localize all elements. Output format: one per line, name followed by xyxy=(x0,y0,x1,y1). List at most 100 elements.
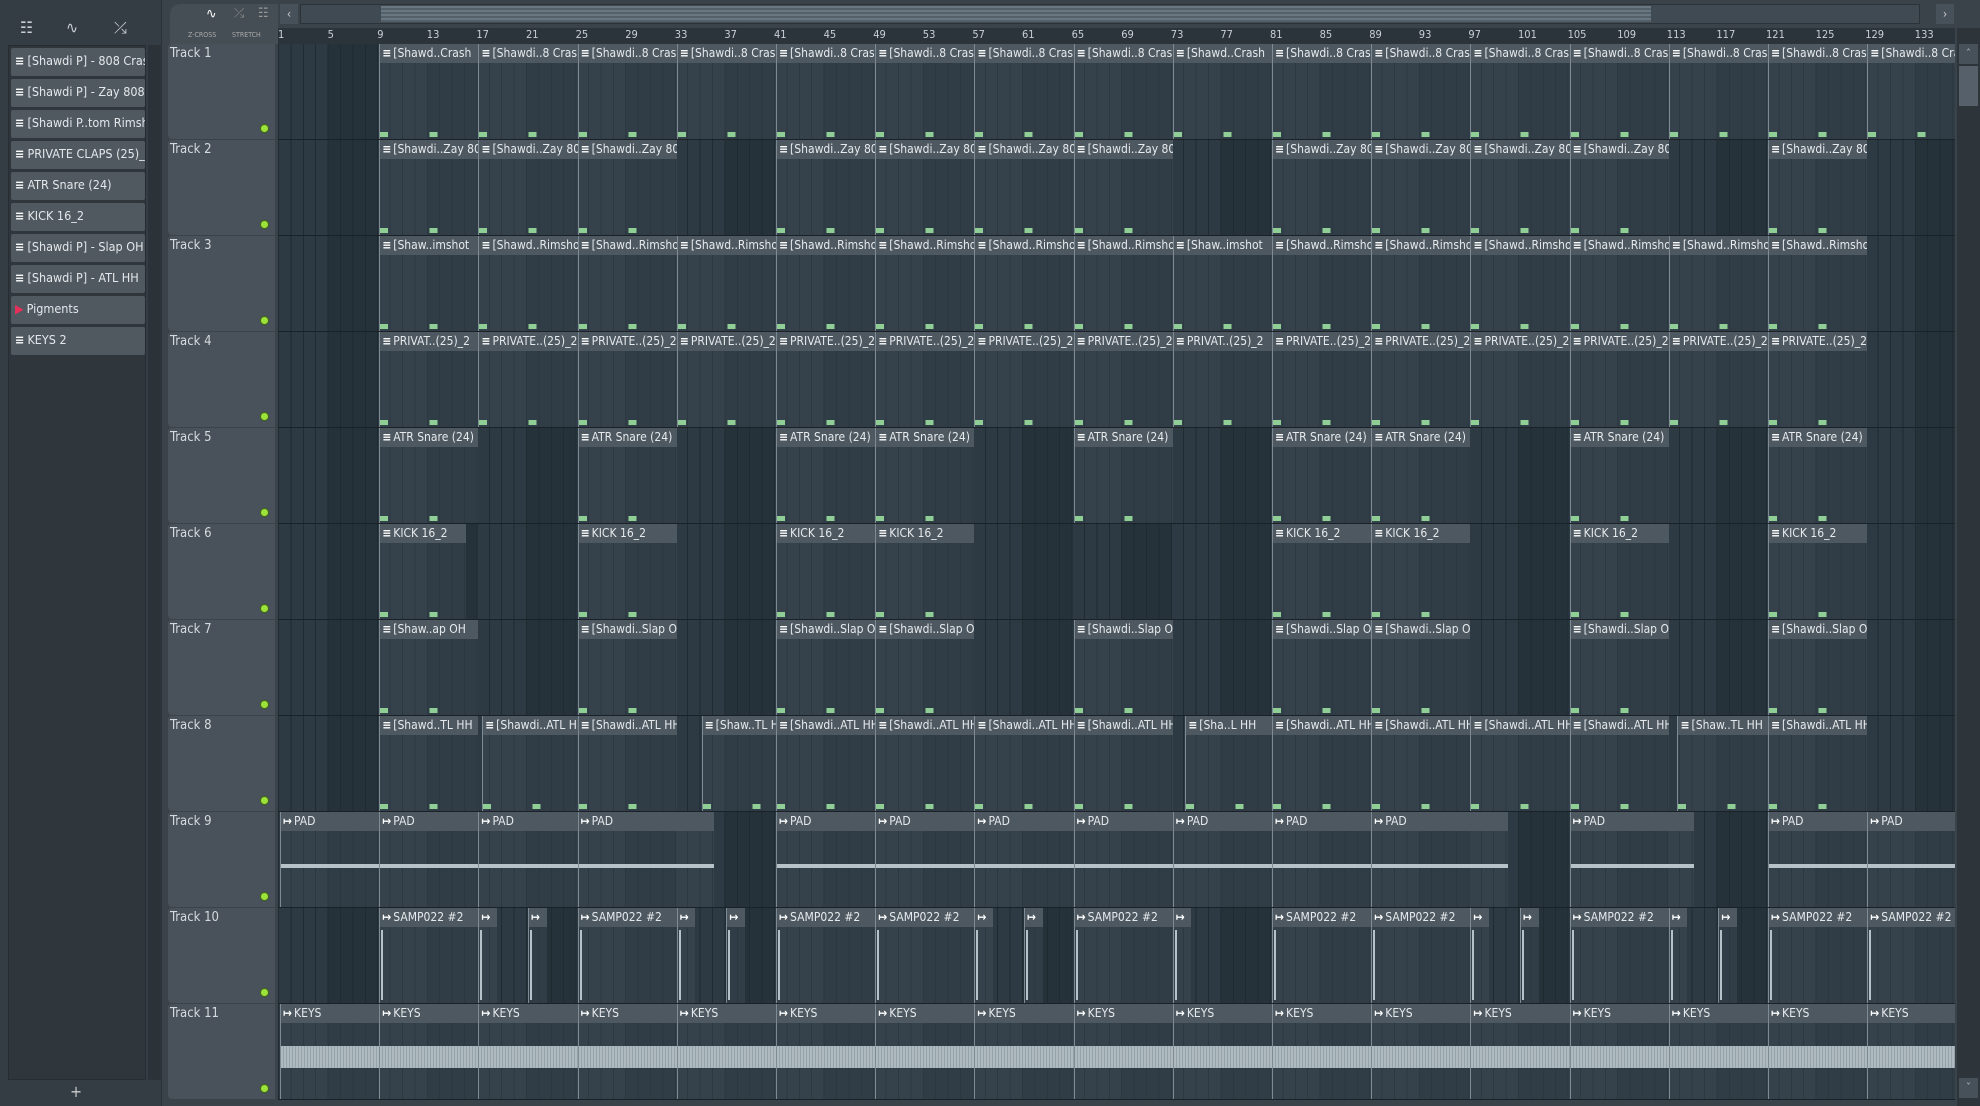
pattern-mode-icon[interactable]: ☷ xyxy=(258,6,269,21)
pattern-clip[interactable]: ≡ [Shawdi..Zay 808 xyxy=(875,140,975,235)
pattern-clip[interactable]: ≡ PRIVATE..(25)_2 xyxy=(1569,332,1669,427)
scroll-right-button[interactable]: › xyxy=(1936,4,1954,24)
pattern-clip[interactable]: ≡ PRIVATE..(25)_2 xyxy=(676,332,776,427)
audio-clip[interactable]: ↦ KEYS xyxy=(974,1004,1074,1099)
pattern-clip[interactable]: ≡[Shawdi..8 Crash xyxy=(1371,44,1471,139)
audio-clip[interactable]: ↦ xyxy=(1024,908,1043,1003)
pattern-clip[interactable]: ≡ [Shawdi..ATL HH xyxy=(875,716,975,811)
pattern-clip[interactable]: ≡ [Shawdi..Zay 808 xyxy=(776,140,876,235)
scroll-left-button[interactable]: ‹ xyxy=(280,4,298,24)
audio-clip[interactable]: ↦ SAMP022 #2 xyxy=(379,908,479,1003)
pattern-clip[interactable]: ≡ [Sha..L HH xyxy=(1185,716,1272,811)
audio-clip[interactable]: ↦ PAD xyxy=(974,812,1074,907)
pattern-clip[interactable]: ≡ [Shawdi..ATL HH xyxy=(1470,716,1570,811)
pattern-clip[interactable]: ≡ PRIVATE..(25)_2 xyxy=(1371,332,1471,427)
audio-clip[interactable]: ↦ xyxy=(528,908,547,1003)
scroll-up-button[interactable]: ˆ xyxy=(1959,44,1978,64)
audio-clip[interactable]: ↦ PAD xyxy=(1867,812,1955,907)
pattern-clip[interactable]: ≡ [Shaw..imshot xyxy=(379,236,479,331)
pattern-clip[interactable]: ≡ PRIVATE..(25)_2 xyxy=(478,332,578,427)
track-mute-led[interactable] xyxy=(260,700,269,709)
audio-clip[interactable]: ↦ KEYS xyxy=(379,1004,479,1099)
pattern-clip[interactable]: ≡[Shawdi..8 Crash xyxy=(1668,44,1768,139)
track-mute-led[interactable] xyxy=(260,220,269,229)
pattern-clip[interactable]: ≡ PRIVATE..(25)_2 xyxy=(577,332,677,427)
pattern-clip[interactable]: ≡ [Shawdi..Slap OH xyxy=(1272,620,1372,715)
pattern-clip[interactable]: ≡ [Shawdi..ATL HH xyxy=(1073,716,1173,811)
audio-clip[interactable]: ↦ PAD xyxy=(577,812,714,907)
audio-clip[interactable]: ↦ KEYS xyxy=(776,1004,876,1099)
track-mute-led[interactable] xyxy=(260,412,269,421)
pattern-clip[interactable]: ≡ [Shawd..Crash xyxy=(379,44,479,139)
pattern-clip[interactable]: ≡ PRIVATE..(25)_2 xyxy=(1073,332,1173,427)
pattern-clip[interactable]: ≡ [Shawdi..Zay 808 xyxy=(1073,140,1173,235)
pattern-clip[interactable]: ≡[Shawdi..8 Crash xyxy=(478,44,578,139)
audio-clip[interactable]: ↦ SAMP022 #2 xyxy=(1867,908,1955,1003)
pattern-clip[interactable]: ≡ ATR Snare (24) xyxy=(577,428,677,523)
audio-clip[interactable]: ↦ KEYS xyxy=(280,1004,380,1099)
pattern-clip[interactable]: ≡ [Shawd..Rimshot xyxy=(1768,236,1868,331)
pattern-clip[interactable]: ≡ [Shawd..Rimshot xyxy=(875,236,975,331)
pattern-clip[interactable]: ≡ KICK 16_2 xyxy=(776,524,876,619)
pattern-clip[interactable]: ≡ [Shawdi..Slap OH xyxy=(577,620,677,715)
audio-clip[interactable]: ↦ xyxy=(1172,908,1192,1003)
pattern-clip[interactable]: ≡ KICK 16_2 xyxy=(875,524,975,619)
pattern-clip[interactable]: ≡ [Shawd..Rimshot xyxy=(1073,236,1173,331)
pattern-clip[interactable]: ≡ [Shawd..Rimshot xyxy=(1569,236,1669,331)
track-mute-led[interactable] xyxy=(260,316,269,325)
pattern-clip[interactable]: ≡ [Shawdi..Zay 808 xyxy=(379,140,479,235)
pattern-clip[interactable]: ≡ [Shawdi..ATL HH xyxy=(1272,716,1372,811)
pattern-clip[interactable]: ≡ [Shawdi..Zay 808 xyxy=(974,140,1074,235)
track-mute-led[interactable] xyxy=(260,988,269,997)
pattern-clip[interactable]: ≡[Shawdi..8 Crash xyxy=(1768,44,1868,139)
audio-clip[interactable]: ↦ KEYS xyxy=(1272,1004,1372,1099)
track-header[interactable]: Track 5 xyxy=(168,428,275,523)
pattern-clip[interactable]: ≡ [Shawdi..Zay 808 xyxy=(1768,140,1868,235)
pattern-clip[interactable]: ≡ [Shawd..Rimshot xyxy=(776,236,876,331)
audio-clip[interactable]: ↦ xyxy=(1668,908,1688,1003)
song-overview-scrollbar[interactable] xyxy=(300,4,1920,24)
pattern-clip[interactable]: ≡ [Shawdi..Slap OH xyxy=(875,620,975,715)
audio-clip[interactable]: ↦ PAD xyxy=(875,812,975,907)
pattern-clip[interactable]: ≡[Shawdi..8 Crash xyxy=(974,44,1074,139)
pattern-clip[interactable]: ≡ [Shawd..Rimshot xyxy=(974,236,1074,331)
audio-clip[interactable]: ↦ PAD xyxy=(379,812,479,907)
channel-2[interactable]: ≡[Shawdi P..tom Rimshot xyxy=(11,110,145,138)
track-mute-led[interactable] xyxy=(260,796,269,805)
pattern-clip[interactable]: ≡[Shawdi..8 Crash xyxy=(676,44,776,139)
channel-9[interactable]: ≡ KEYS 2 xyxy=(11,327,145,355)
pattern-clip[interactable]: ≡ KICK 16_2 xyxy=(379,524,466,619)
pattern-clip[interactable]: ≡ PRIVATE..(25)_2 xyxy=(875,332,975,427)
pattern-clip[interactable]: ≡ ATR Snare (24) xyxy=(875,428,975,523)
audio-clip[interactable]: ↦ SAMP022 #2 xyxy=(1371,908,1471,1003)
stretch-toggle[interactable]: STRETCH xyxy=(232,31,261,39)
pattern-clip[interactable]: ≡[Shawdi..8 Crash xyxy=(1272,44,1372,139)
audio-clip[interactable]: ↦ PAD xyxy=(776,812,876,907)
pattern-clip[interactable]: ≡ [Shawdi..Zay 808 xyxy=(1272,140,1372,235)
pattern-clip[interactable]: ≡[Shaw..TL HH xyxy=(701,716,776,811)
track-mute-led[interactable] xyxy=(260,508,269,517)
pattern-clip[interactable]: ≡[Shawdi..8 Crash xyxy=(1867,44,1955,139)
track-header[interactable]: Track 10 xyxy=(168,908,275,1003)
audio-clip[interactable]: ↦ KEYS xyxy=(577,1004,677,1099)
track-header[interactable]: Track 2 xyxy=(168,140,275,235)
pattern-clip[interactable]: ≡ KICK 16_2 xyxy=(1272,524,1372,619)
audio-clip[interactable]: ↦ SAMP022 #2 xyxy=(1768,908,1868,1003)
pattern-clip[interactable]: ≡ KICK 16_2 xyxy=(1569,524,1669,619)
pattern-clip[interactable]: ≡ ATR Snare (24) xyxy=(1073,428,1173,523)
track-header[interactable]: Track 9 xyxy=(168,812,275,907)
pattern-clip[interactable]: ≡ [Shawd..Rimshot xyxy=(577,236,677,331)
pattern-clip[interactable]: ≡ [Shawdi..ATL HH xyxy=(776,716,876,811)
pattern-clip[interactable]: ≡ PRIVATE..(25)_2 xyxy=(1470,332,1570,427)
playlist-grid[interactable]: ≡ [Shawd..Crash ≡ [Shawdi..8 Crash ≡ [Shawdi.… xyxy=(278,44,1955,1100)
audio-clip[interactable]: ↦ KEYS xyxy=(1172,1004,1272,1099)
channel-8[interactable]: ▶ Pigments xyxy=(11,296,145,324)
channel-4[interactable]: ≡ ATR Snare (24) xyxy=(11,172,145,200)
pattern-clip[interactable]: ≡ ATR Snare (24) xyxy=(1768,428,1868,523)
pattern-clip[interactable]: ≡ [Shaw..ap OH xyxy=(379,620,479,715)
pattern-clip[interactable]: ≡ [Shawd..Rimshot xyxy=(1668,236,1768,331)
pattern-clip[interactable]: ≡ [Shawdi..Slap OH xyxy=(1569,620,1669,715)
audio-clip[interactable]: ↦ KEYS xyxy=(1371,1004,1471,1099)
channel-7[interactable]: ≡ [Shawdi P] - ATL HH xyxy=(11,265,145,293)
audio-clip[interactable]: ↦ KEYS xyxy=(1470,1004,1570,1099)
